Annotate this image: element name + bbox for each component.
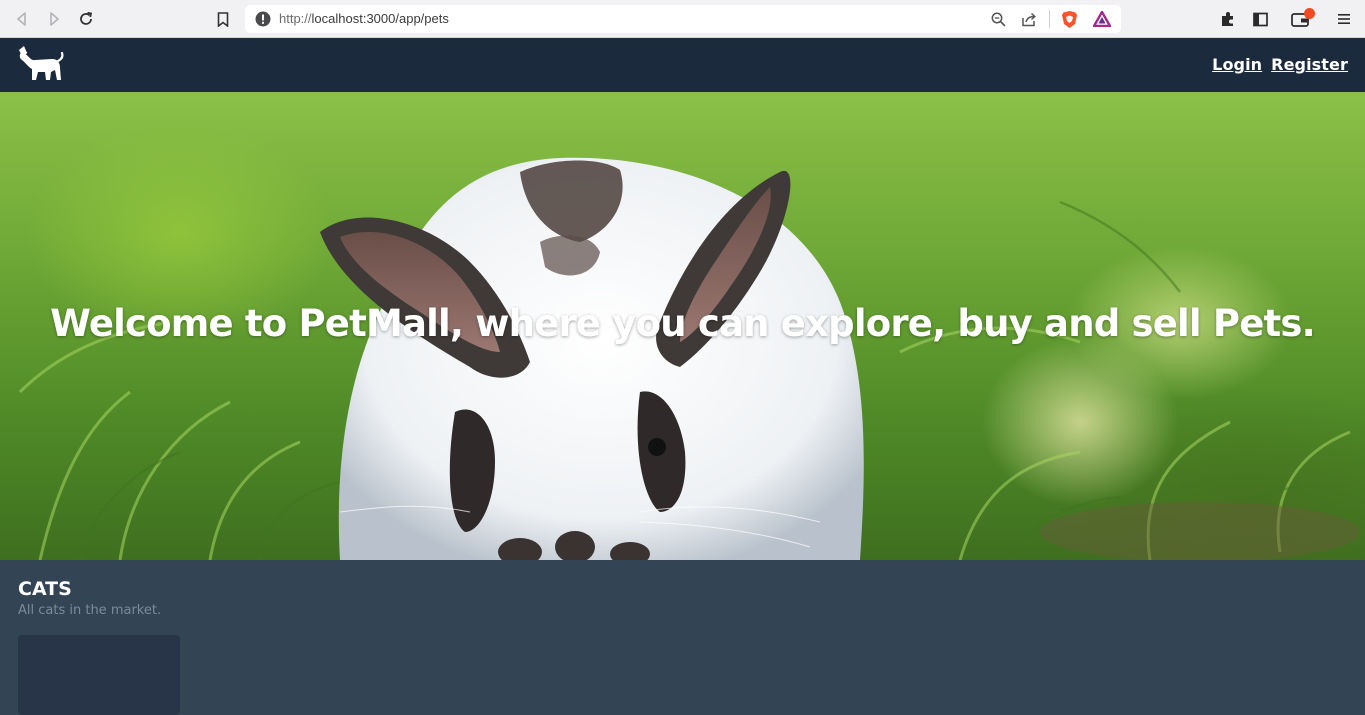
cats-section: CATS All cats in the market.	[0, 560, 1365, 715]
auth-nav: Login Register	[1212, 55, 1348, 74]
brave-rewards-icon[interactable]	[1092, 9, 1112, 29]
reload-icon[interactable]	[75, 8, 97, 30]
extensions-icon[interactable]	[1218, 9, 1238, 29]
bookmark-icon[interactable]	[212, 8, 234, 30]
back-icon[interactable]	[11, 8, 33, 30]
app-header: Login Register	[0, 38, 1365, 92]
login-link[interactable]: Login	[1212, 55, 1262, 74]
zoom-icon[interactable]	[988, 9, 1008, 29]
hero-title: Welcome to PetMall, where you can explor…	[50, 302, 1316, 345]
hero-banner: Welcome to PetMall, where you can explor…	[0, 92, 1365, 560]
sidebar-icon[interactable]	[1250, 9, 1270, 29]
url-scheme: http://	[279, 11, 312, 26]
register-link[interactable]: Register	[1271, 55, 1348, 74]
section-subtitle: All cats in the market.	[18, 603, 162, 618]
notification-badge	[1304, 8, 1315, 19]
site-info-icon[interactable]	[255, 11, 271, 27]
url-text: http://localhost:3000/app/pets	[279, 11, 449, 26]
browser-toolbar: http://localhost:3000/app/pets	[0, 0, 1365, 38]
forward-icon[interactable]	[43, 8, 65, 30]
brave-shield-icon[interactable]	[1059, 9, 1079, 29]
url-path: localhost:3000/app/pets	[311, 11, 449, 26]
toolbar-divider	[1049, 10, 1050, 28]
dog-logo-icon[interactable]	[18, 44, 64, 82]
pet-card[interactable]	[18, 635, 180, 715]
menu-icon[interactable]	[1334, 9, 1354, 29]
section-title: CATS	[18, 578, 72, 600]
address-bar[interactable]: http://localhost:3000/app/pets	[245, 5, 1121, 33]
share-icon[interactable]	[1019, 9, 1039, 29]
